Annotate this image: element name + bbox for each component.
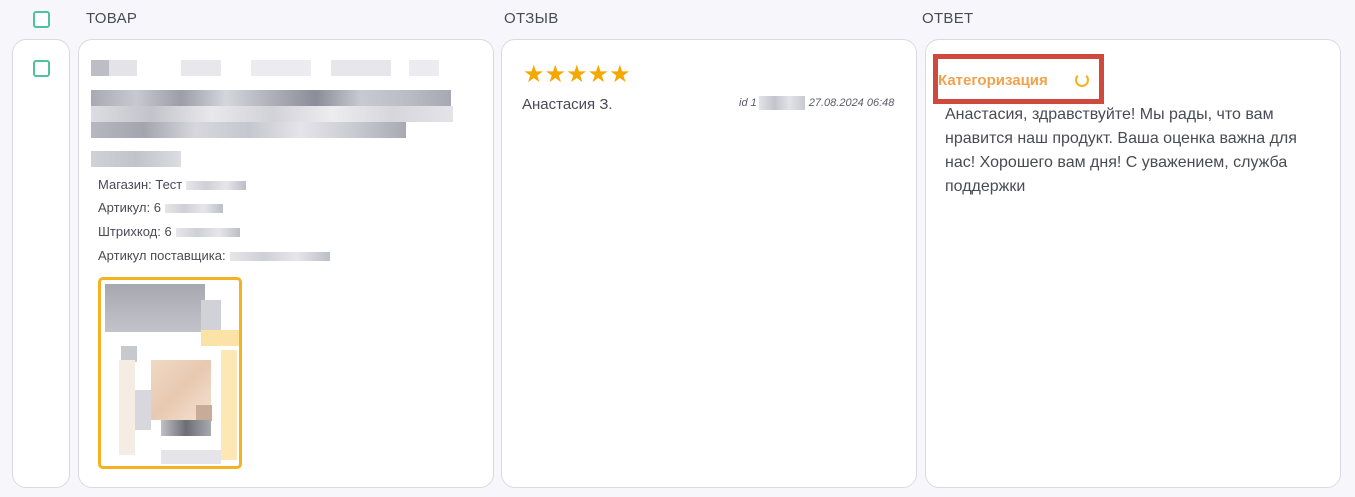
row-select-cell [12, 39, 70, 488]
product-shop: Магазин: Тест [98, 177, 247, 192]
review-date: 27.08.2024 06:48 [808, 96, 895, 109]
product-card: Магазин: Тест Артикул: 6 Штрихкод: 6 Арт… [78, 39, 494, 488]
product-article-label: Артикул: 6 [98, 200, 161, 215]
review-card: ★★★★★ Анастасия З. id 1 27.08.2024 06:48 [501, 39, 917, 488]
column-header-answer: ОТВЕТ [922, 10, 974, 27]
product-barcode: Штрихкод: 6 [98, 224, 240, 239]
select-all-checkbox[interactable] [33, 11, 50, 28]
product-supplier-article: Артикул поставщика: [98, 248, 330, 263]
review-id: id 1 [739, 96, 757, 109]
column-header-product: ТОВАР [86, 10, 138, 27]
answer-text[interactable]: Анастасия, здравствуйте! Мы рады, что ва… [945, 103, 1315, 199]
product-supplier-article-label: Артикул поставщика: [98, 248, 226, 263]
product-title-blurred [91, 60, 456, 170]
product-shop-label: Магазин: Тест [98, 177, 183, 192]
row-checkbox[interactable] [33, 60, 50, 77]
loading-spinner-icon [1075, 73, 1089, 87]
column-header-review: ОТЗЫВ [504, 10, 559, 27]
answer-card: Категоризация Анастасия, здравствуйте! М… [925, 39, 1341, 488]
product-article: Артикул: 6 [98, 200, 223, 215]
product-barcode-label: Штрихкод: 6 [98, 224, 172, 239]
product-image[interactable] [98, 277, 242, 469]
category-status[interactable]: Категоризация [938, 72, 1048, 89]
rating-stars: ★★★★★ [523, 61, 631, 88]
review-author: Анастасия З. [522, 96, 613, 113]
review-meta: id 1 27.08.2024 06:48 [739, 96, 894, 110]
